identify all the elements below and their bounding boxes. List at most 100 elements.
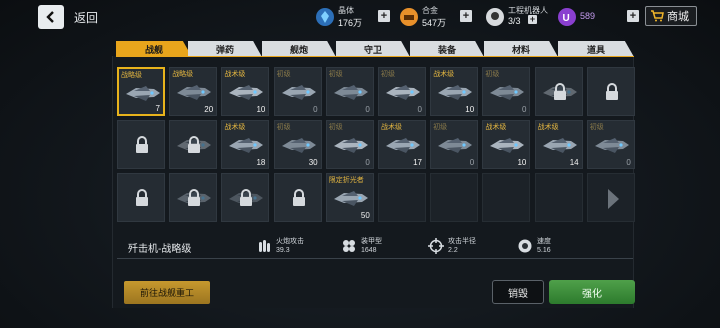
add-premium-button[interactable]: + [627,10,639,22]
ship-icon [227,134,265,156]
ship-slot[interactable]: 战术级 14 [534,120,583,169]
locked-slot[interactable] [534,67,583,116]
slot-count: 20 [204,105,214,114]
robot-icon [486,8,504,26]
add-alloy-button[interactable]: + [460,10,472,22]
ship-slot[interactable]: 战术级 10 [221,67,270,116]
ship-icon [332,187,370,209]
ship-icon [280,81,318,103]
ship-slot[interactable]: 初级 0 [430,120,479,169]
slot-tier: 战略级 [121,72,142,79]
tab-materials[interactable]: 材料 [484,41,558,57]
ship-slot[interactable]: 战略级 20 [169,67,218,116]
ship-icon [593,134,631,156]
ship-icon [384,81,422,103]
tab-ammo[interactable]: 弹药 [188,41,262,57]
alloy-icon [400,8,418,26]
chevron-right-icon [607,189,619,209]
back-label: 返回 [74,11,99,25]
premium-currency-icon: U [558,8,576,26]
lock-icon [184,135,204,155]
lock-icon [602,82,622,102]
slot-tier: 战术级 [433,71,455,78]
ship-slot[interactable]: 战术级 10 [482,120,531,169]
slot-count: 0 [365,158,370,167]
slot-tier: 初级 [276,71,291,78]
ship-slot[interactable]: 初级 0 [378,67,426,116]
empty-slot [534,173,583,222]
lock-icon [550,82,570,102]
next-page-button[interactable] [586,173,635,222]
slot-count: 0 [417,105,422,114]
slot-tier: 初级 [328,71,343,78]
slot-count: 10 [256,105,266,114]
slot-count: 10 [517,158,527,167]
locked-slot[interactable] [273,173,322,222]
upgrade-button[interactable]: 强化 [549,280,635,304]
goto-shipyard-button[interactable]: 前往战舰重工 [124,281,210,304]
ship-slot[interactable]: 初级 0 [325,120,374,169]
ship-slot[interactable]: 初级 0 [273,67,322,116]
ship-icon [384,134,422,156]
slot-tier: 初级 [589,124,604,131]
svg-text:U: U [563,13,570,24]
tab-items[interactable]: 道具 [558,41,634,57]
slot-count: 0 [365,105,370,114]
ship-slot[interactable]: 初级 30 [273,120,322,169]
ship-icon [488,81,526,103]
ship-slot[interactable]: 初级 0 [482,67,531,116]
ship-slot[interactable]: 战术级 10 [430,67,479,116]
slot-tier: 战术级 [224,71,246,78]
slot-count: 14 [569,158,579,167]
slot-tier: 初级 [433,124,448,131]
locked-slot[interactable] [169,120,218,169]
slot-count: 7 [155,104,160,113]
locked-slot[interactable] [586,67,635,116]
ship-icon [541,134,579,156]
slot-tier: 战术级 [485,124,507,131]
slot-count: 18 [256,158,266,167]
slot-tier: 战术级 [537,124,559,131]
tab-warships[interactable]: 战舰 [116,41,192,57]
cart-icon [651,10,664,22]
selected-ship-name: 歼击机-战略级 [128,244,192,255]
slot-tier: 初级 [485,71,500,78]
tab-guards[interactable]: 守卫 [336,41,410,57]
chevron-left-icon [46,11,54,23]
add-crystal-button[interactable]: + [378,10,390,22]
tab-equipment[interactable]: 装备 [410,41,484,57]
slot-tier: 初级 [381,71,395,78]
add-robot-button[interactable]: + [528,15,537,24]
ship-slot[interactable]: 战术级 17 [378,120,426,169]
back-button[interactable] [38,5,64,29]
ship-slot[interactable]: 限定折光者 50 [325,173,374,222]
ship-icon [436,81,474,103]
ship-slot[interactable]: 战术级 18 [221,120,270,169]
slot-tier: 初级 [328,124,343,131]
shop-button[interactable]: 商城 [645,6,697,26]
top-bar: 返回 晶体 176万 + 合金 547万 + 工程机器人 3/3 + U 589… [0,0,720,34]
bullets-icon [259,240,270,252]
ship-slot[interactable]: 初级 0 [325,67,374,116]
ship-slot[interactable]: 初级 0 [586,120,635,169]
slot-count: 30 [308,158,318,167]
ship-icon [280,134,318,156]
lock-icon [289,188,309,208]
locked-slot[interactable] [117,173,165,222]
slot-count: 0 [626,158,631,167]
ship-slot[interactable]: 战略级 7 [117,67,165,116]
tab-underline [116,56,634,57]
lock-icon [132,188,152,208]
empty-slot [378,173,426,222]
divider [117,258,633,259]
empty-slot [430,173,479,222]
locked-slot[interactable] [169,173,218,222]
locked-slot[interactable] [221,173,270,222]
tab-cannons[interactable]: 舰炮 [262,41,336,57]
locked-slot[interactable] [117,120,165,169]
destroy-button[interactable]: 销毁 [492,280,544,304]
slot-tier: 战术级 [224,124,246,131]
slot-count: 50 [360,211,370,220]
slot-count: 17 [413,158,422,167]
speed-icon [518,239,532,253]
